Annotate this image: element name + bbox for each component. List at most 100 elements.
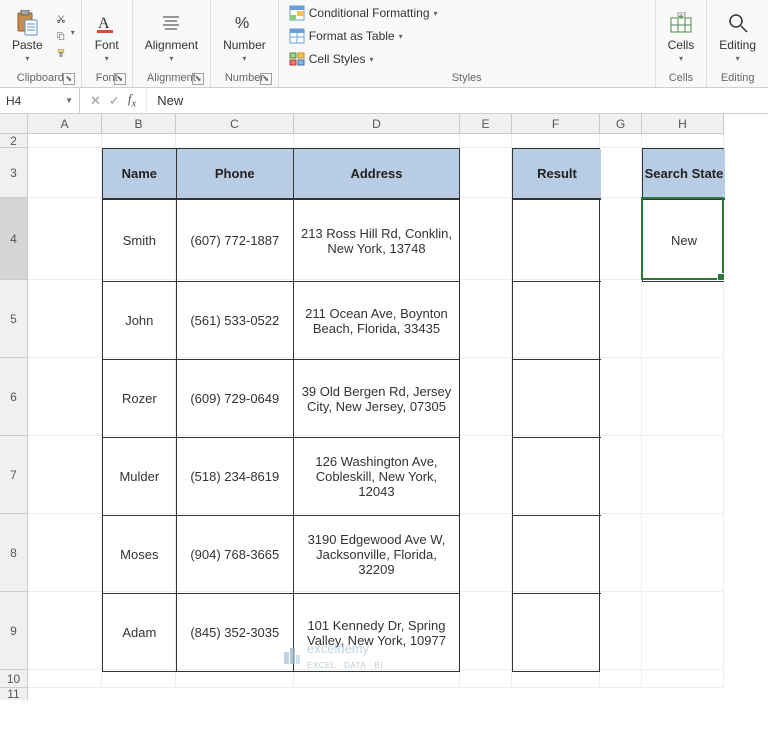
cell-address[interactable]: 39 Old Bergen Rd, Jersey City, New Jerse… [294, 359, 459, 437]
dropdown-icon: ▾ [169, 54, 173, 63]
dialog-launcher-icon[interactable]: ⬊ [63, 73, 75, 85]
select-all-corner[interactable] [0, 114, 28, 134]
cell-search-value[interactable]: New [643, 199, 725, 281]
cell-phone[interactable]: (845) 352-3035 [177, 593, 294, 671]
header-name[interactable]: Name [103, 149, 177, 199]
sheet-body[interactable]: Name Phone Address Smith(607) 772-188721… [28, 134, 768, 731]
ribbon-group-cells: Cells ▾ Cells [656, 0, 708, 87]
dialog-launcher-icon[interactable]: ⬊ [192, 73, 204, 85]
dropdown-icon: ▾ [105, 54, 109, 63]
dropdown-icon: ▾ [25, 54, 29, 63]
cell-name[interactable]: Mulder [103, 437, 177, 515]
cancel-icon[interactable]: ✕ [90, 93, 101, 109]
editing-label: Editing [719, 38, 756, 52]
cells-group-label: Cells [669, 72, 693, 84]
alignment-button[interactable]: Alignment ▾ [139, 8, 204, 65]
row-head[interactable]: 8 [0, 514, 28, 592]
header-result[interactable]: Result [513, 149, 601, 199]
row-head[interactable]: 10 [0, 670, 28, 688]
col-head-c[interactable]: C [176, 114, 294, 134]
cell-address[interactable]: 211 Ocean Ave, Boynton Beach, Florida, 3… [294, 281, 459, 359]
clipboard-group-label: Clipboard [17, 72, 64, 84]
copy-button[interactable] [53, 28, 69, 44]
cell-name[interactable]: Smith [103, 199, 177, 281]
number-button[interactable]: % Number ▾ [217, 8, 272, 65]
ribbon-group-editing: Editing ▾ Editing [707, 0, 768, 87]
cell-styles-label: Cell Styles [309, 52, 366, 66]
cell-result[interactable] [513, 199, 601, 281]
fx-icon[interactable]: fx [128, 91, 136, 110]
row-head[interactable]: 7 [0, 436, 28, 514]
formula-input[interactable]: New [147, 93, 768, 108]
cell-styles-button[interactable]: Cell Styles ▾ [285, 49, 442, 69]
formula-bar: H4 ▼ ✕ ✓ fx New [0, 88, 768, 114]
alignment-icon [158, 10, 184, 36]
col-head-f[interactable]: F [512, 114, 600, 134]
col-head-g[interactable]: G [600, 114, 642, 134]
col-head-h[interactable]: H [642, 114, 724, 134]
row-head-selected[interactable]: 4 [0, 198, 28, 280]
ribbon-group-number: % Number ▾ Number⬊ [211, 0, 279, 87]
cell-name[interactable]: Rozer [103, 359, 177, 437]
cell-address[interactable]: 3190 Edgewood Ave W, Jacksonville, Flori… [294, 515, 459, 593]
svg-text:%: % [235, 15, 249, 32]
col-head-e[interactable]: E [460, 114, 512, 134]
cell-phone[interactable]: (607) 772-1887 [177, 199, 294, 281]
cell-name[interactable]: John [103, 281, 177, 359]
row-head[interactable]: 6 [0, 358, 28, 436]
editing-button[interactable]: Editing ▾ [713, 8, 762, 65]
cell-result[interactable] [513, 593, 601, 671]
cell-phone[interactable]: (518) 234-8619 [177, 437, 294, 515]
cell-phone[interactable]: (609) 729-0649 [177, 359, 294, 437]
ribbon-group-alignment: Alignment ▾ Alignment⬊ [133, 0, 211, 87]
cell-result[interactable] [513, 281, 601, 359]
name-box[interactable]: H4 ▼ [0, 88, 80, 113]
row-head[interactable]: 9 [0, 592, 28, 670]
cell-phone[interactable]: (904) 768-3665 [177, 515, 294, 593]
header-phone[interactable]: Phone [177, 149, 294, 199]
cut-button[interactable] [53, 11, 69, 27]
header-search-state[interactable]: Search State [643, 149, 725, 199]
dropdown-icon: ▾ [242, 54, 246, 63]
copy-dropdown-icon[interactable]: ▾ [71, 28, 75, 44]
conditional-formatting-icon [289, 5, 305, 21]
cell-result[interactable] [513, 515, 601, 593]
col-head-b[interactable]: B [102, 114, 176, 134]
name-box-dropdown-icon[interactable]: ▼ [65, 96, 73, 105]
search-table: Search State New [642, 148, 724, 282]
cell-name[interactable]: Moses [103, 515, 177, 593]
header-address[interactable]: Address [294, 149, 459, 199]
conditional-formatting-label: Conditional Formatting [309, 6, 430, 20]
font-button[interactable]: A Font ▾ [88, 8, 126, 65]
editing-group-label: Editing [721, 72, 755, 84]
cell-result[interactable] [513, 359, 601, 437]
dropdown-icon: ▾ [399, 32, 403, 41]
cell-name[interactable]: Adam [103, 593, 177, 671]
cell-phone[interactable]: (561) 533-0522 [177, 281, 294, 359]
watermark-icon [283, 647, 301, 665]
ribbon-group-styles: Conditional Formatting ▾ Format as Table… [279, 0, 656, 87]
dialog-launcher-icon[interactable]: ⬊ [260, 73, 272, 85]
conditional-formatting-button[interactable]: Conditional Formatting ▾ [285, 3, 442, 23]
row-head[interactable]: 2 [0, 134, 28, 148]
search-icon [725, 10, 751, 36]
font-label: Font [95, 38, 119, 52]
col-head-d[interactable]: D [294, 114, 460, 134]
dialog-launcher-icon[interactable]: ⬊ [114, 73, 126, 85]
format-as-table-button[interactable]: Format as Table ▾ [285, 26, 442, 46]
row-head[interactable]: 5 [0, 280, 28, 358]
ribbon: Paste ▾ ▾ Clipboard⬊ A Font [0, 0, 768, 88]
paste-label: Paste [12, 38, 43, 52]
dropdown-icon: ▾ [736, 54, 740, 63]
clipboard-icon [14, 10, 40, 36]
row-head[interactable]: 3 [0, 148, 28, 198]
format-painter-button[interactable] [53, 45, 69, 61]
cell-result[interactable] [513, 437, 601, 515]
enter-icon[interactable]: ✓ [109, 93, 120, 109]
paste-button[interactable]: Paste ▾ [6, 8, 49, 65]
cell-address[interactable]: 126 Washington Ave, Cobleskill, New York… [294, 437, 459, 515]
cell-address[interactable]: 213 Ross Hill Rd, Conklin, New York, 137… [294, 199, 459, 281]
cells-button[interactable]: Cells ▾ [662, 8, 701, 65]
row-head[interactable]: 11 [0, 688, 28, 700]
col-head-a[interactable]: A [28, 114, 102, 134]
